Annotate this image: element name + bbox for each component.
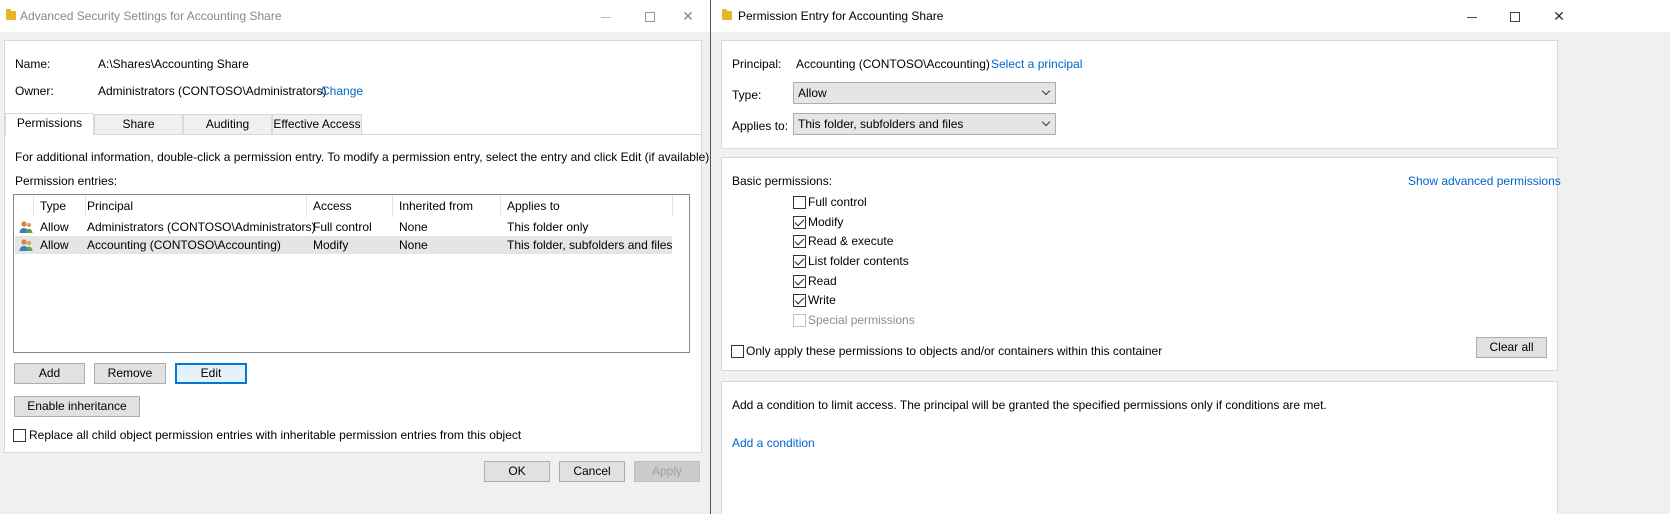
row-principal: Accounting (CONTOSO\Accounting) (87, 238, 281, 252)
write-checkbox[interactable] (793, 294, 806, 307)
row-type: Allow (40, 238, 69, 252)
show-advanced-permissions-link[interactable]: Show advanced permissions (1408, 174, 1561, 188)
applies-to-label: Applies to: (732, 119, 789, 133)
tab-permissions[interactable]: Permissions (5, 113, 94, 136)
window-title: Permission Entry for Accounting Share (738, 9, 944, 23)
ok-button[interactable]: OK (484, 461, 550, 482)
select-principal-link[interactable]: Select a principal (991, 57, 1082, 71)
full-control-checkbox[interactable] (793, 196, 806, 209)
name-label: Name: (15, 57, 51, 71)
replace-child-entries-checkbox[interactable] (13, 429, 26, 442)
info-text: For additional information, double-click… (15, 150, 713, 164)
type-select-value: Allow (798, 86, 827, 100)
row-principal: Administrators (CONTOSO\Administrators) (87, 220, 316, 234)
principal-label: Principal: (732, 57, 782, 71)
chevron-down-icon (1041, 86, 1051, 96)
users-icon (19, 221, 33, 233)
close-button[interactable]: ✕ (666, 0, 710, 32)
name-value: A:\Shares\Accounting Share (98, 57, 249, 71)
owner-value: Administrators (CONTOSO\Administrators) (98, 84, 327, 98)
read-checkbox[interactable] (793, 275, 806, 288)
applies-to-select[interactable]: This folder, subfolders and files (793, 113, 1056, 135)
title-bar[interactable]: Advanced Security Settings for Accountin… (0, 0, 710, 32)
change-owner-link[interactable]: Change (321, 84, 363, 98)
column-header-applies-to[interactable]: Applies to (501, 195, 673, 217)
maximize-button[interactable] (1493, 0, 1537, 32)
condition-text: Add a condition to limit access. The pri… (732, 398, 1327, 412)
title-bar[interactable]: Permission Entry for Accounting Share ✕ (711, 0, 1670, 32)
minimize-button[interactable] (1450, 0, 1494, 32)
full-control-label: Full control (808, 195, 867, 209)
only-apply-checkbox[interactable] (731, 345, 744, 358)
list-folder-contents-label: List folder contents (808, 254, 909, 268)
tab-share[interactable]: Share (94, 114, 183, 135)
permission-entries-list[interactable]: Type Principal Access Inherited from App… (13, 194, 690, 353)
row-access: Modify (313, 238, 349, 252)
type-label: Type: (732, 88, 762, 102)
minimize-icon (1467, 16, 1477, 18)
minimize-button[interactable] (584, 0, 628, 32)
add-condition-link[interactable]: Add a condition (732, 436, 815, 450)
close-button[interactable]: ✕ (1537, 0, 1581, 32)
column-header-inherited-from[interactable]: Inherited from (393, 195, 501, 217)
maximize-icon (645, 12, 655, 23)
chevron-down-icon (1041, 117, 1051, 127)
column-header-type[interactable]: Type (34, 195, 86, 217)
modify-checkbox[interactable] (793, 216, 806, 229)
clear-all-button[interactable]: Clear all (1476, 337, 1547, 358)
remove-button[interactable]: Remove (94, 363, 166, 384)
row-type: Allow (40, 220, 69, 234)
applies-to-select-value: This folder, subfolders and files (798, 117, 964, 131)
read-execute-label: Read & execute (808, 234, 894, 248)
owner-label: Owner: (15, 84, 54, 98)
enable-inheritance-button[interactable]: Enable inheritance (14, 396, 140, 417)
write-label: Write (808, 293, 836, 307)
maximize-icon (1510, 12, 1520, 23)
principal-value: Accounting (CONTOSO\Accounting) (796, 57, 990, 71)
special-permissions-checkbox (793, 314, 806, 327)
tab-effective-access[interactable]: Effective Access (272, 114, 362, 135)
read-label: Read (808, 274, 837, 288)
folder-icon (6, 9, 16, 20)
minimize-icon (601, 16, 611, 18)
basic-permissions-label: Basic permissions: (732, 174, 833, 188)
column-header-principal[interactable]: Principal (81, 195, 307, 217)
row-inherited-from: None (399, 220, 428, 234)
permission-entry-window: Permission Entry for Accounting Share ✕ … (711, 0, 1670, 514)
permission-entries-label: Permission entries: (15, 174, 118, 188)
replace-child-entries-label: Replace all child object permission entr… (29, 428, 522, 442)
read-execute-checkbox[interactable] (793, 235, 806, 248)
list-folder-contents-checkbox[interactable] (793, 255, 806, 268)
type-select[interactable]: Allow (793, 82, 1056, 104)
column-header-icon[interactable] (14, 195, 34, 217)
column-header-access[interactable]: Access (307, 195, 393, 217)
edit-button[interactable]: Edit (175, 363, 247, 384)
special-permissions-label: Special permissions (808, 313, 915, 327)
row-access: Full control (313, 220, 372, 234)
users-icon (19, 239, 33, 251)
modify-label: Modify (808, 215, 844, 229)
tab-auditing[interactable]: Auditing (183, 114, 272, 135)
close-icon: ✕ (682, 8, 694, 24)
table-row[interactable]: Allow Accounting (CONTOSO\Accounting) Mo… (15, 236, 672, 254)
apply-button[interactable]: Apply (634, 461, 700, 482)
cancel-button[interactable]: Cancel (559, 461, 625, 482)
row-applies-to: This folder only (507, 220, 589, 234)
table-row[interactable]: Allow Administrators (CONTOSO\Administra… (15, 218, 672, 236)
close-icon: ✕ (1553, 8, 1565, 24)
window-title: Advanced Security Settings for Accountin… (20, 9, 282, 23)
row-applies-to: This folder, subfolders and files (507, 238, 673, 252)
advanced-security-window: Advanced Security Settings for Accountin… (0, 0, 713, 514)
add-button[interactable]: Add (14, 363, 85, 384)
row-inherited-from: None (399, 238, 428, 252)
only-apply-label: Only apply these permissions to objects … (746, 344, 1163, 358)
folder-icon (722, 9, 732, 20)
